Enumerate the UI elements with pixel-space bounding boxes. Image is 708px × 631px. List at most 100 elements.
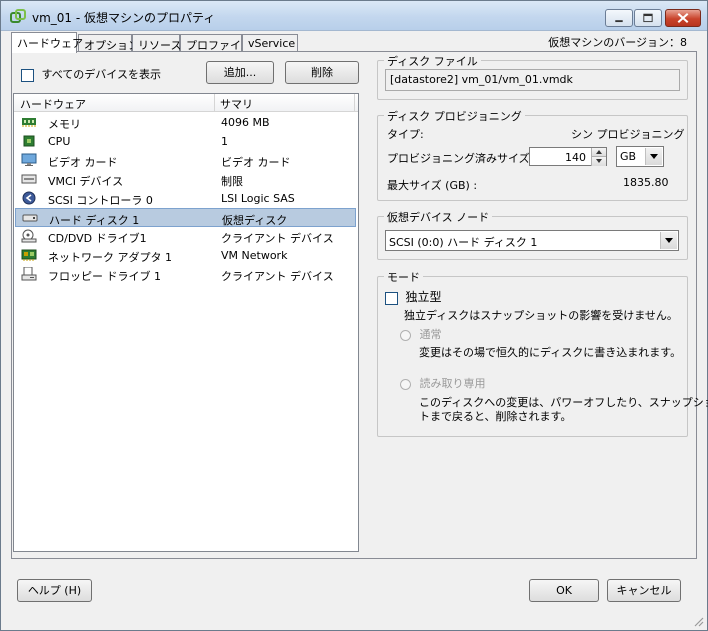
chevron-down-icon[interactable] bbox=[660, 232, 677, 249]
independent-description: 独立ディスクはスナップショットの影響を受けません。 bbox=[404, 309, 678, 322]
read-only-option[interactable]: 読み取り専用 bbox=[400, 375, 486, 391]
properties-dialog: vm_01 - 仮想マシンのプロパティ ハードウェア オプション リソース プロ… bbox=[0, 0, 708, 631]
hardware-summary: 4096 MB bbox=[221, 116, 270, 129]
hardware-name: CPU bbox=[48, 135, 71, 148]
normal-option[interactable]: 通常 bbox=[400, 326, 442, 342]
hardware-row-memory[interactable]: メモリ 4096 MB bbox=[15, 113, 356, 132]
independent-label: 独立型 bbox=[405, 290, 442, 304]
disk-file-path[interactable]: [datastore2] vm_01/vm_01.vmdk bbox=[385, 69, 680, 91]
independent-checkbox[interactable] bbox=[385, 291, 398, 305]
hardware-list[interactable]: ハードウェア サマリ メモリ 4096 MB CPU 1 ビデオ カード ビデオ… bbox=[13, 93, 359, 552]
title-bar[interactable]: vm_01 - 仮想マシンのプロパティ bbox=[1, 1, 707, 31]
disk-file-legend: ディスク ファイル bbox=[384, 53, 481, 69]
resize-grip-icon[interactable] bbox=[692, 615, 704, 627]
hardware-summary: ビデオ カード bbox=[221, 156, 291, 169]
virtual-device-node-legend: 仮想デバイス ノード bbox=[384, 209, 493, 225]
disk-provisioning-legend: ディスク プロビジョニング bbox=[384, 108, 525, 124]
cpu-icon bbox=[23, 135, 35, 147]
hardware-row-cpu[interactable]: CPU 1 bbox=[15, 132, 356, 151]
hardware-summary: VM Network bbox=[221, 249, 288, 262]
max-size-value: 1835.80 bbox=[623, 176, 669, 189]
size-unit-value: GB bbox=[620, 150, 637, 163]
hardware-name: SCSI コントローラ 0 bbox=[48, 194, 153, 207]
read-only-radio[interactable] bbox=[400, 378, 411, 390]
vmci-device-icon bbox=[21, 174, 37, 184]
remove-button[interactable]: 削除 bbox=[285, 61, 359, 84]
ok-button[interactable]: OK bbox=[529, 579, 599, 602]
hardware-summary: クライアント デバイス bbox=[221, 232, 334, 245]
provisioned-size-spinner[interactable]: 140 bbox=[529, 147, 607, 166]
provisioned-size-label: プロビジョニング済みサイズ: bbox=[387, 152, 534, 165]
window-title: vm_01 - 仮想マシンのプロパティ bbox=[32, 11, 216, 25]
hardware-row-vmci[interactable]: VMCI デバイス 制限 bbox=[15, 170, 356, 189]
chevron-down-icon[interactable] bbox=[645, 148, 662, 165]
normal-description: 変更はその場で恒久的にディスクに書き込まれます。 bbox=[419, 346, 682, 359]
hardware-name: フロッピー ドライブ 1 bbox=[48, 270, 161, 283]
hardware-list-header: ハードウェア サマリ bbox=[14, 94, 358, 112]
read-only-description-line2: トまで戻ると、削除されます。 bbox=[419, 410, 572, 423]
virtual-device-node-value: SCSI (0:0) ハード ディスク 1 bbox=[389, 236, 538, 249]
hardware-name: メモリ bbox=[48, 118, 81, 131]
spin-down-icon[interactable] bbox=[591, 157, 606, 166]
provisioned-size-value: 140 bbox=[565, 151, 586, 164]
show-all-devices[interactable]: すべてのデバイスを表示 bbox=[21, 66, 161, 82]
provisioning-type-label: タイプ: bbox=[387, 128, 424, 141]
tab-resources[interactable]: リソース bbox=[132, 34, 181, 52]
show-all-checkbox[interactable] bbox=[21, 68, 34, 82]
independent-option[interactable]: 独立型 bbox=[385, 288, 442, 305]
hardware-row-network-adapter[interactable]: ネットワーク アダプタ 1 VM Network bbox=[15, 246, 356, 265]
provisioning-type-value: シン プロビジョニング bbox=[571, 128, 685, 141]
maximize-button[interactable] bbox=[634, 9, 662, 27]
network-adapter-icon bbox=[21, 249, 37, 261]
vm-icon bbox=[10, 9, 26, 23]
floppy-drive-icon bbox=[21, 267, 37, 281]
hardware-name: ネットワーク アダプタ 1 bbox=[48, 251, 172, 264]
tab-profiles[interactable]: プロファイル bbox=[180, 34, 252, 52]
cancel-button[interactable]: キャンセル bbox=[607, 579, 681, 602]
tab-hardware[interactable]: ハードウェア bbox=[11, 32, 83, 53]
hard-disk-icon bbox=[22, 214, 38, 222]
hardware-name: CD/DVD ドライブ1 bbox=[48, 232, 147, 245]
column-divider bbox=[214, 94, 215, 112]
mode-legend: モード bbox=[384, 269, 423, 285]
close-button[interactable] bbox=[665, 9, 701, 27]
hardware-row-video-card[interactable]: ビデオ カード ビデオ カード bbox=[15, 151, 356, 170]
read-only-label: 読み取り専用 bbox=[419, 377, 486, 390]
hardware-summary: 1 bbox=[221, 135, 228, 148]
normal-radio[interactable] bbox=[400, 329, 411, 341]
spin-up-icon[interactable] bbox=[591, 148, 606, 157]
minimize-button[interactable] bbox=[605, 9, 633, 27]
show-all-label: すべてのデバイスを表示 bbox=[41, 68, 161, 81]
column-divider bbox=[354, 94, 355, 112]
size-unit-select[interactable]: GB bbox=[616, 146, 664, 167]
hardware-name: ビデオ カード bbox=[48, 156, 118, 169]
scsi-controller-icon bbox=[22, 191, 36, 205]
column-summary[interactable]: サマリ bbox=[220, 96, 253, 112]
hardware-row-scsi-controller[interactable]: SCSI コントローラ 0 LSI Logic SAS bbox=[15, 189, 356, 208]
minimize-icon bbox=[615, 20, 623, 23]
memory-icon bbox=[22, 118, 36, 127]
virtual-device-node-select[interactable]: SCSI (0:0) ハード ディスク 1 bbox=[385, 230, 679, 251]
tab-vservice[interactable]: vService bbox=[242, 34, 298, 52]
disk-file-group: ディスク ファイル [datastore2] vm_01/vm_01.vmdk bbox=[377, 53, 688, 100]
close-icon bbox=[677, 13, 689, 24]
max-size-label: 最大サイズ (GB) : bbox=[387, 179, 478, 192]
hardware-summary: 仮想ディスク bbox=[222, 214, 288, 227]
hardware-row-hard-disk[interactable]: ハード ディスク 1 仮想ディスク bbox=[15, 208, 356, 227]
normal-label: 通常 bbox=[419, 328, 442, 341]
vm-version-label: 仮想マシンのバージョン：8 bbox=[548, 36, 687, 49]
hardware-name: VMCI デバイス bbox=[48, 175, 124, 188]
hardware-summary: クライアント デバイス bbox=[221, 270, 334, 283]
hardware-summary: LSI Logic SAS bbox=[221, 192, 295, 205]
column-hardware[interactable]: ハードウェア bbox=[20, 96, 86, 112]
hardware-name: ハード ディスク 1 bbox=[49, 214, 140, 227]
help-button[interactable]: ヘルプ (H) bbox=[17, 579, 92, 602]
hardware-summary: 制限 bbox=[221, 175, 243, 188]
cd-dvd-icon bbox=[21, 229, 37, 243]
maximize-icon bbox=[643, 13, 653, 23]
hardware-row-cd-dvd[interactable]: CD/DVD ドライブ1 クライアント デバイス bbox=[15, 227, 356, 246]
video-card-icon bbox=[21, 153, 37, 166]
hardware-row-floppy-drive[interactable]: フロッピー ドライブ 1 クライアント デバイス bbox=[15, 265, 356, 284]
add-button[interactable]: 追加... bbox=[206, 61, 274, 84]
tab-options[interactable]: オプション bbox=[78, 34, 139, 52]
